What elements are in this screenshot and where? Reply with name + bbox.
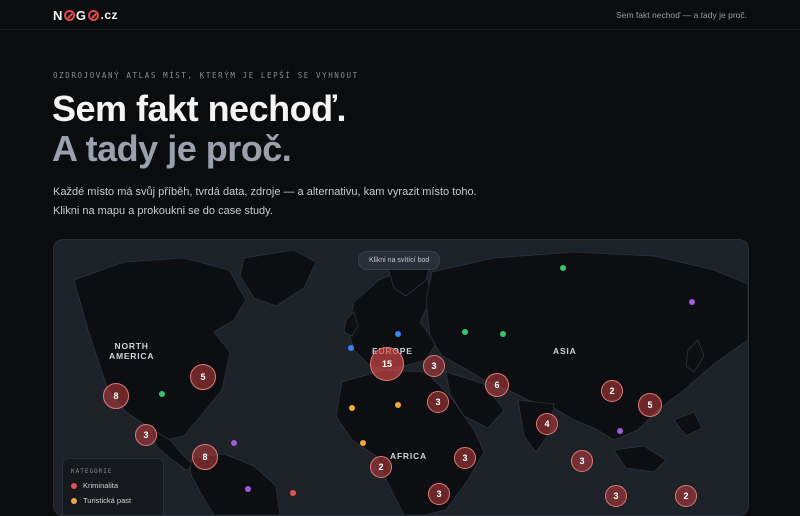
map-point-marker[interactable] xyxy=(231,440,237,446)
map-cluster-marker[interactable]: 3 xyxy=(427,391,449,413)
map-cluster-marker[interactable]: 5 xyxy=(638,393,662,417)
map-point-marker[interactable] xyxy=(395,331,401,337)
map-cluster-marker[interactable]: 8 xyxy=(192,444,218,470)
map-point-marker[interactable] xyxy=(348,345,354,351)
map-cluster-marker[interactable]: 3 xyxy=(454,447,476,469)
logo-tld: .cz xyxy=(100,8,119,22)
header-tagline: Sem fakt nechoď — a tady je proč. xyxy=(616,10,747,20)
hero-title-line-1: Sem fakt nechoď. xyxy=(52,88,346,129)
map-cluster-marker[interactable]: 2 xyxy=(370,456,392,478)
region-label-asia: ASIA xyxy=(553,346,577,356)
nogo-logo[interactable]: N G .cz xyxy=(53,7,118,23)
tourist-trap-swatch-icon xyxy=(71,497,77,504)
map-cluster-marker[interactable]: 2 xyxy=(675,485,697,507)
map-cluster-marker[interactable]: 3 xyxy=(423,355,445,377)
legend-title: KATEGORIE xyxy=(71,468,113,475)
map-cluster-marker[interactable]: 5 xyxy=(190,364,216,390)
map-cluster-marker[interactable]: 3 xyxy=(135,424,157,446)
map-legend: KATEGORIE Kriminalita Turistická past xyxy=(62,458,164,515)
legend-item-tourist-trap[interactable]: Turistická past xyxy=(71,496,131,505)
world-map[interactable]: Klikni na svítící bod NORTH AMERICA EURO… xyxy=(53,239,749,516)
map-point-marker[interactable] xyxy=(159,391,165,397)
map-point-marker[interactable] xyxy=(395,402,401,408)
map-cluster-marker[interactable]: 3 xyxy=(428,483,450,505)
map-point-marker[interactable] xyxy=(500,331,506,337)
legend-item-crime[interactable]: Kriminalita xyxy=(71,481,118,490)
hero-title-line-2: A tady je proč. xyxy=(52,128,292,169)
legend-item-label: Turistická past xyxy=(83,496,132,505)
hero-kicker: OZDROJOVANÝ ATLAS MÍST, KTERÝM JE LEPŠÍ … xyxy=(53,71,359,80)
region-label-north-america: NORTH AMERICA xyxy=(109,341,155,361)
map-cluster-marker[interactable]: 8 xyxy=(103,383,129,409)
map-hint: Klikni na svítící bod xyxy=(358,251,441,270)
map-point-marker[interactable] xyxy=(689,299,695,305)
map-point-marker[interactable] xyxy=(245,486,251,492)
top-navigation-bar: N G .cz Sem fakt nechoď — a tady je proč. xyxy=(0,0,800,30)
map-cluster-marker[interactable]: 15 xyxy=(370,347,404,381)
map-point-marker[interactable] xyxy=(290,490,296,496)
hero-description: Každé místo má svůj příběh, tvrdá data, … xyxy=(53,186,477,217)
region-label-africa: AFRICA xyxy=(390,451,427,461)
map-cluster-marker[interactable]: 6 xyxy=(485,373,509,397)
map-cluster-marker[interactable]: 2 xyxy=(601,380,623,402)
map-point-marker[interactable] xyxy=(617,428,623,434)
map-point-marker[interactable] xyxy=(360,440,366,446)
crime-swatch-icon xyxy=(71,482,77,489)
no-entry-icon xyxy=(63,9,75,21)
logo-letter-g: G xyxy=(75,7,87,23)
map-cluster-marker[interactable]: 3 xyxy=(571,450,593,472)
no-entry-icon xyxy=(87,9,99,21)
map-point-marker[interactable] xyxy=(462,329,468,335)
map-point-marker[interactable] xyxy=(349,405,355,411)
legend-item-label: Kriminalita xyxy=(83,481,119,490)
map-cluster-marker[interactable]: 4 xyxy=(536,413,558,435)
map-point-marker[interactable] xyxy=(560,265,566,271)
logo-letter-n: N xyxy=(53,7,63,23)
map-cluster-marker[interactable]: 3 xyxy=(605,485,627,507)
